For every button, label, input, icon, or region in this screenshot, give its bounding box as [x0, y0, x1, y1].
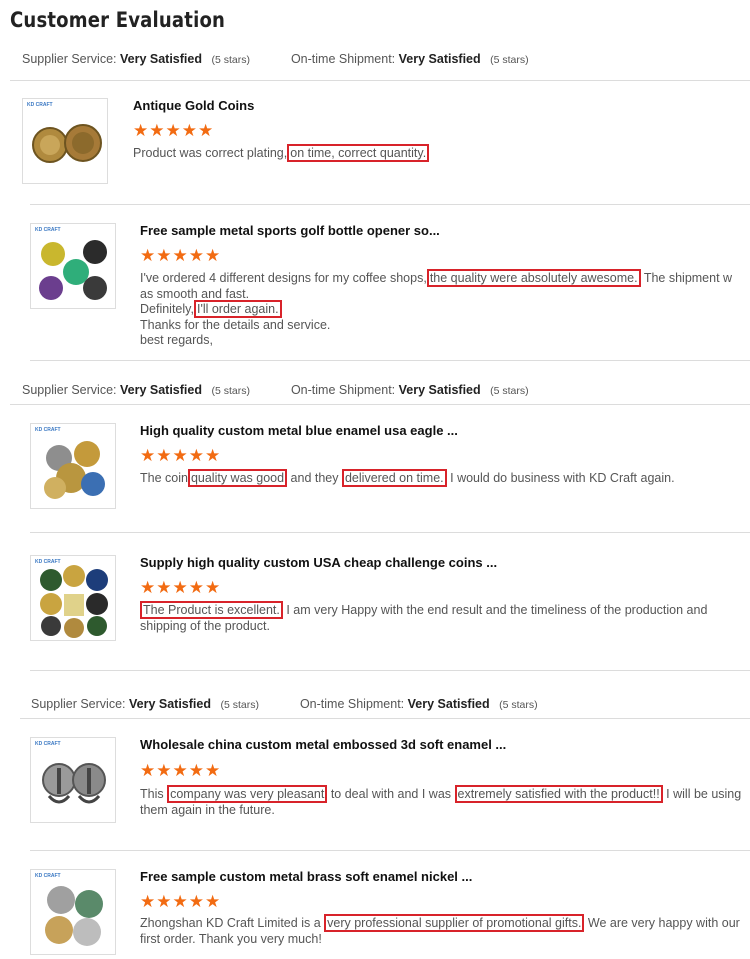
divider [20, 718, 750, 719]
highlighted-phrase: the quality were absolutely awesome. [426, 269, 641, 287]
divider [30, 360, 750, 361]
supplier-service-label: Supplier Service: [22, 383, 117, 397]
product-thumbnail[interactable]: KD CRAFT [30, 555, 116, 641]
comment-text: shipping of the product. [140, 618, 270, 633]
review-comment: The coin quality was good and they delive… [140, 469, 675, 487]
comment-text: This [140, 787, 168, 801]
shipment-label: On-time Shipment: [299, 697, 405, 711]
rating-summary: Supplier Service: Very Satisfied (5 star… [31, 697, 538, 711]
star-rating: ★★★★★ [140, 446, 222, 465]
comment-text: and they [287, 471, 342, 485]
divider [30, 204, 750, 205]
challenge-coins-image-icon [40, 565, 108, 638]
highlighted-phrase: on time, correct quantity. [287, 144, 430, 162]
rating-summary: Supplier Service: Very Satisfied (5 star… [22, 383, 529, 397]
supplier-service-value: Very Satisfied [119, 52, 202, 66]
divider [30, 532, 750, 533]
supplier-service-value: Very Satisfied [119, 383, 202, 397]
product-title-link[interactable]: Antique Gold Coins [133, 98, 254, 113]
supplier-service-stars: (5 stars) [211, 385, 250, 397]
product-thumbnail[interactable]: KD CRAFT [22, 98, 108, 184]
review-comment: Zhongshan KD Craft Limited is a very pro… [140, 914, 740, 947]
comment-text: I would do business with KD Craft again. [446, 471, 675, 485]
supplier-service-label: Supplier Service: [31, 697, 126, 711]
shipment-value: Very Satisfied [398, 383, 481, 397]
supplier-service-stars: (5 stars) [211, 54, 250, 66]
bottle-opener-image-icon [39, 240, 107, 300]
coin-image-icon [32, 124, 102, 163]
comment-text: I am very Happy with the end result and … [282, 603, 708, 617]
comment-text: The shipment w [640, 271, 733, 285]
comment-text: Zhongshan KD Craft Limited is a [140, 916, 325, 930]
supplier-service-value: Very Satisfied [128, 697, 211, 711]
divider [30, 670, 750, 671]
divider [10, 80, 750, 81]
product-title-link[interactable]: High quality custom metal blue enamel us… [140, 423, 458, 438]
review-comment: Product was correct plating, on time, cor… [133, 144, 430, 162]
shipment-value: Very Satisfied [407, 697, 490, 711]
anchor-badge-image-icon [42, 763, 106, 804]
product-title-link[interactable]: Free sample metal sports golf bottle ope… [140, 223, 440, 238]
star-rating: ★★★★★ [140, 246, 222, 265]
product-title-link[interactable]: Free sample custom metal brass soft enam… [140, 869, 472, 884]
review-comment: This company was very pleasant to deal w… [140, 785, 742, 818]
highlighted-phrase: quality was good [187, 469, 288, 487]
supplier-service-label: Supplier Service: [22, 52, 117, 66]
page-title: Customer Evaluation [10, 8, 226, 32]
coin-stack-image-icon [44, 441, 105, 499]
shipment-value: Very Satisfied [398, 52, 481, 66]
comment-text: first order. Thank you very much! [140, 931, 322, 946]
divider [10, 404, 750, 405]
highlighted-phrase: very professional supplier of promotiona… [324, 914, 585, 932]
highlighted-phrase: I'll order again. [193, 300, 282, 318]
review-comment: The Product is excellent. I am very Happ… [140, 601, 708, 634]
brass-coins-image-icon [45, 886, 103, 946]
star-rating: ★★★★★ [133, 121, 215, 140]
highlighted-phrase: extremely satisfied with the product!! [454, 785, 663, 803]
star-rating: ★★★★★ [140, 892, 222, 911]
comment-text: I've ordered 4 different designs for my … [140, 271, 427, 285]
review-comment: I've ordered 4 different designs for my … [140, 269, 733, 349]
shipment-stars: (5 stars) [490, 54, 529, 66]
comment-text: as smooth and fast. [140, 286, 250, 301]
rating-summary: Supplier Service: Very Satisfied (5 star… [22, 52, 529, 66]
comment-text: We are very happy with our [584, 916, 740, 930]
supplier-service-stars: (5 stars) [220, 699, 259, 711]
product-thumbnail[interactable]: KD CRAFT [30, 423, 116, 509]
product-title-link[interactable]: Wholesale china custom metal embossed 3d… [140, 737, 506, 752]
product-thumbnail[interactable]: KD CRAFT [30, 223, 116, 309]
product-title-link[interactable]: Supply high quality custom USA cheap cha… [140, 555, 497, 570]
highlighted-phrase: delivered on time. [341, 469, 447, 487]
comment-text: Definitely, [140, 302, 194, 316]
divider [30, 850, 750, 851]
shipment-label: On-time Shipment: [290, 383, 396, 397]
highlighted-phrase: The Product is excellent. [140, 601, 283, 619]
comment-text: Product was correct plating, [133, 146, 288, 160]
comment-text: I will be using [662, 787, 742, 801]
comment-text: The coin [140, 471, 188, 485]
shipment-label: On-time Shipment: [290, 52, 396, 66]
comment-text: to deal with and I was [327, 787, 455, 801]
product-thumbnail[interactable]: KD CRAFT [30, 737, 116, 823]
comment-text: them again in the future. [140, 802, 275, 817]
shipment-stars: (5 stars) [499, 699, 538, 711]
star-rating: ★★★★★ [140, 761, 222, 780]
star-rating: ★★★★★ [140, 578, 222, 597]
shipment-stars: (5 stars) [490, 385, 529, 397]
comment-text: Thanks for the details and service. [140, 317, 331, 332]
highlighted-phrase: company was very pleasant [167, 785, 328, 803]
product-thumbnail[interactable]: KD CRAFT [30, 869, 116, 955]
comment-text: best regards, [140, 333, 213, 347]
